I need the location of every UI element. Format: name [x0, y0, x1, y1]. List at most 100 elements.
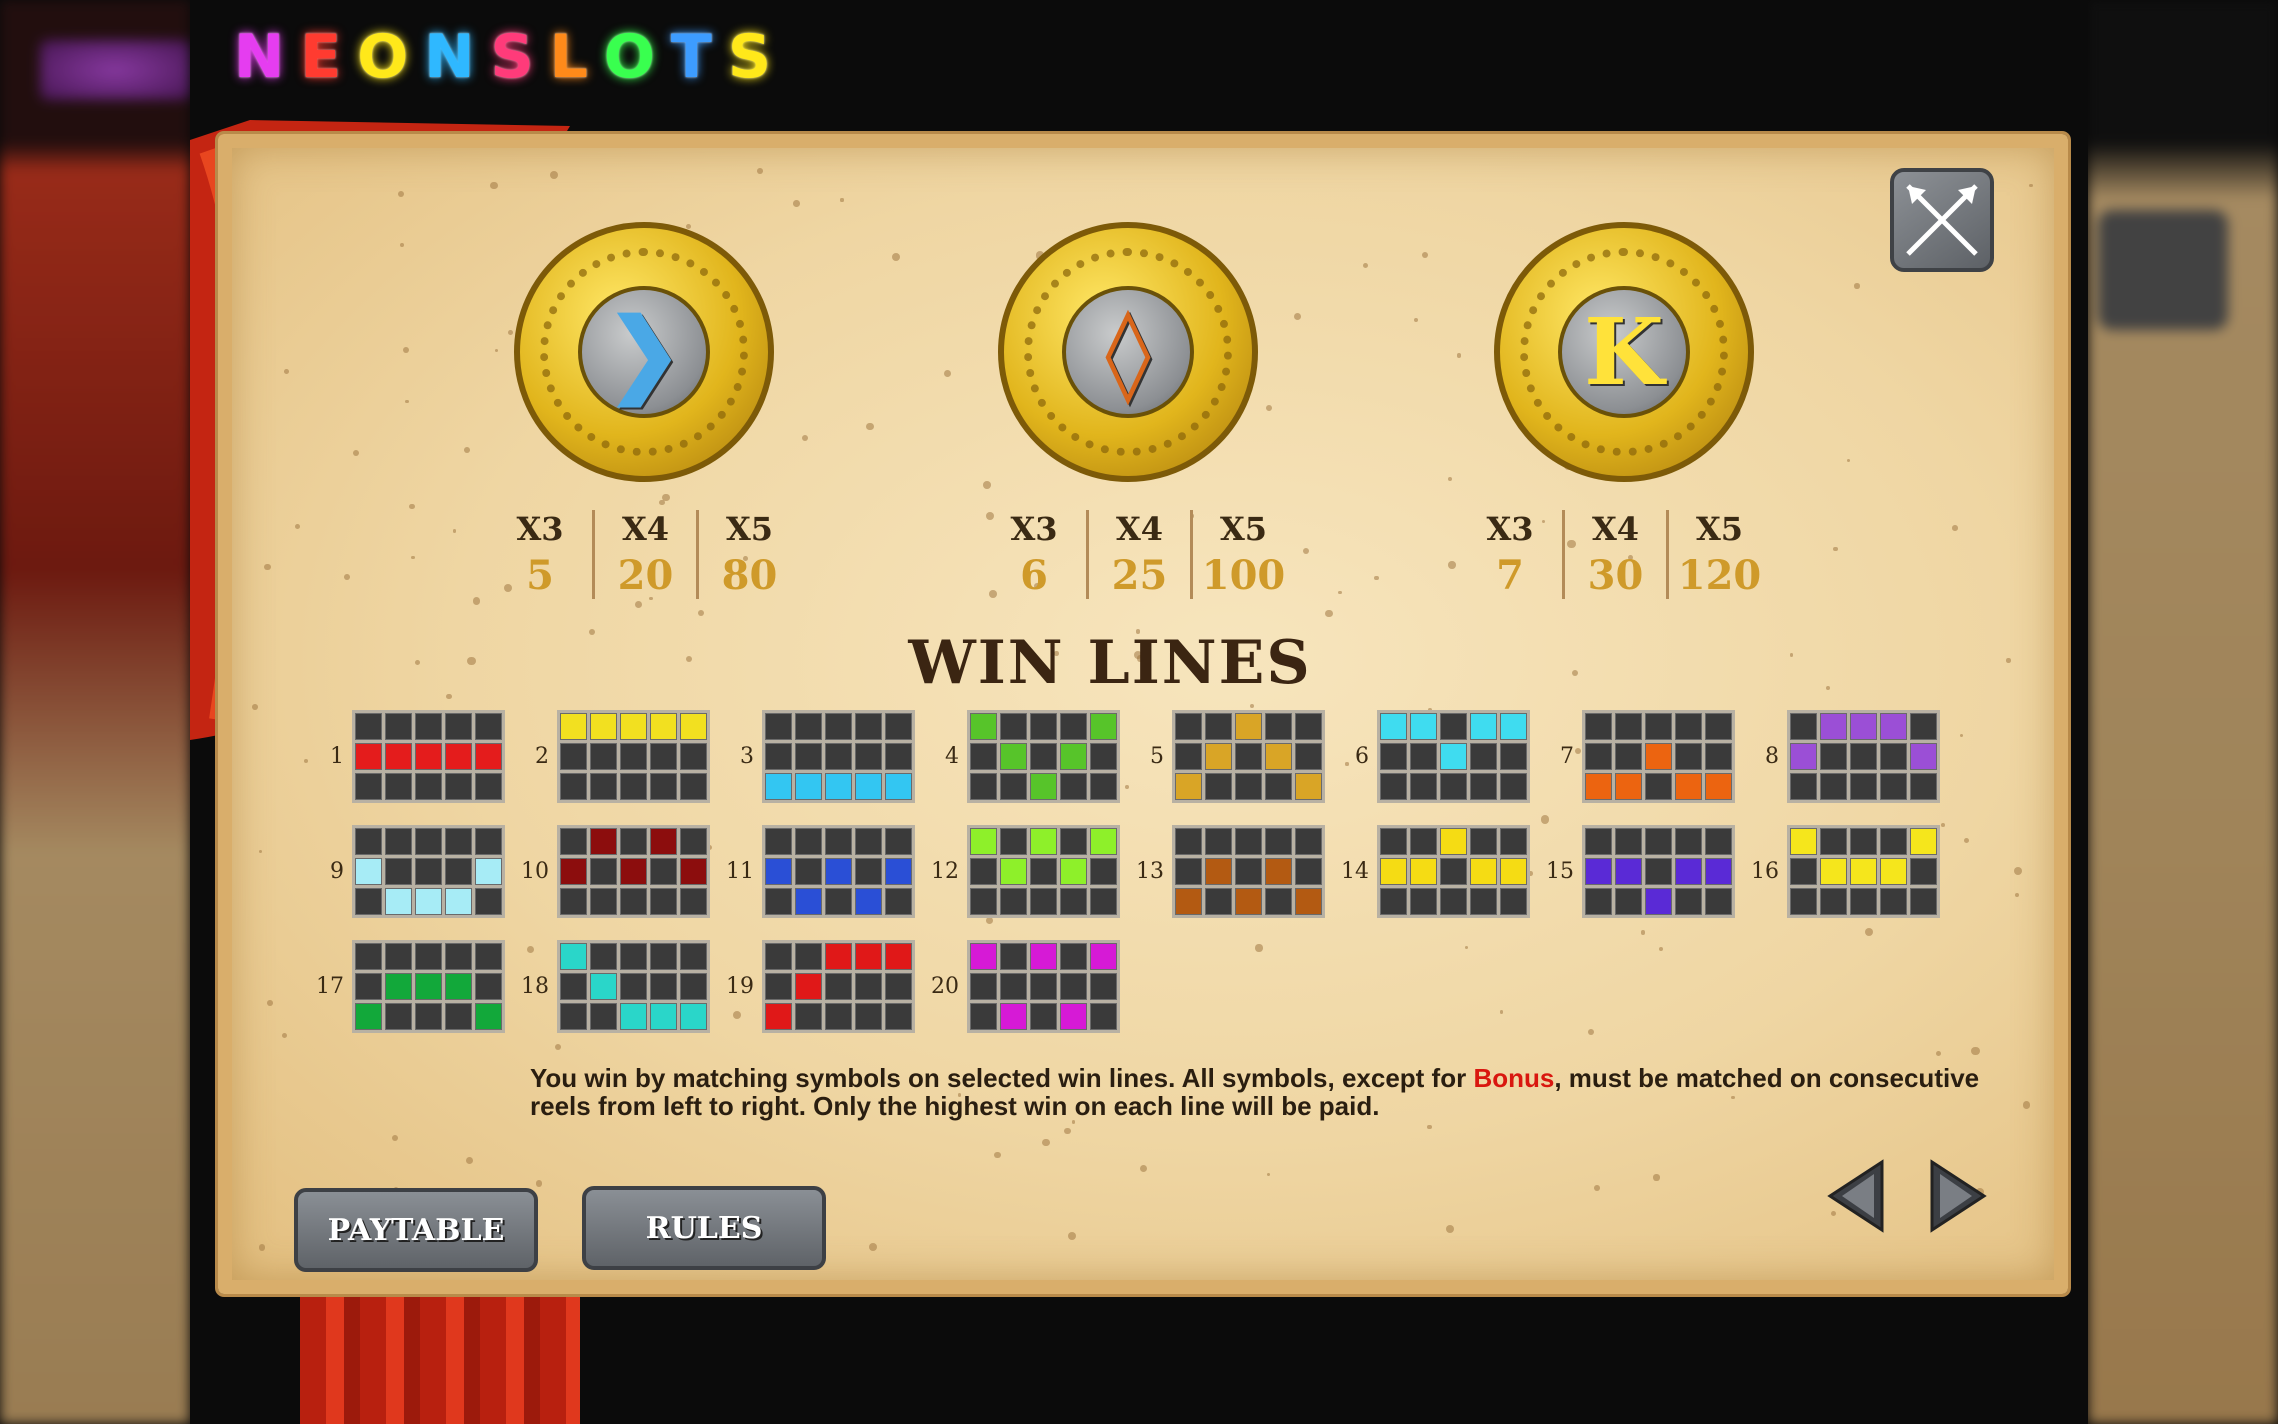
win-line-5: 5: [1136, 710, 1325, 803]
win-line-number: 8: [1765, 744, 1779, 769]
pattern-cell: [1175, 828, 1202, 855]
pattern-cell: [680, 1003, 707, 1030]
pattern-cell: [885, 943, 912, 970]
pattern-cell: [680, 858, 707, 885]
parchment-speck: [1658, 946, 1664, 952]
payout-multiplier: X5: [1219, 510, 1268, 548]
pattern-cell: [590, 743, 617, 770]
pattern-cell: [825, 743, 852, 770]
payout-column: X5 80: [696, 510, 800, 599]
pattern-cell: [1820, 773, 1847, 800]
parchment-speck: [1499, 1010, 1503, 1014]
rules-button[interactable]: RULES: [582, 1186, 826, 1270]
parchment-speck: [411, 555, 415, 560]
payout-value: 5: [526, 552, 554, 599]
pattern-cell: [385, 1003, 412, 1030]
parchment-speck: [1640, 930, 1645, 935]
pattern-cell: [885, 858, 912, 885]
pattern-cell: [1380, 743, 1407, 770]
pattern-cell: [475, 713, 502, 740]
pattern-cell: [855, 828, 882, 855]
payout-value: 100: [1201, 552, 1286, 599]
parchment-speck: [452, 528, 457, 533]
pattern-cell: [1910, 713, 1937, 740]
pattern-cell: [560, 1003, 587, 1030]
pattern-cell: [970, 858, 997, 885]
pattern-cell: [1175, 743, 1202, 770]
pattern-cell: [1790, 713, 1817, 740]
parchment-speck: [490, 182, 498, 190]
win-line-1: 1: [316, 710, 505, 803]
pattern-cell: [1790, 743, 1817, 770]
pattern-cell: [1470, 713, 1497, 740]
close-button[interactable]: [1890, 168, 1994, 272]
pattern-cell: [970, 773, 997, 800]
logo-letter: S: [727, 22, 776, 92]
payout-value: 7: [1496, 552, 1524, 599]
pattern-cell: [885, 1003, 912, 1030]
pattern-cell: [795, 888, 822, 915]
parchment-speck: [1940, 823, 1945, 828]
parchment-speck: [985, 917, 993, 924]
win-line-pattern: [352, 710, 505, 803]
symbol-payouts: X3 7 X4 30 X5 120: [1458, 510, 1770, 599]
parchment-speck: [466, 1156, 474, 1164]
pattern-cell: [1380, 858, 1407, 885]
pattern-cell: [620, 773, 647, 800]
parchment-speck: [866, 422, 874, 431]
pattern-cell: [1235, 888, 1262, 915]
win-line-number: 16: [1751, 859, 1779, 884]
win-line-pattern: [1377, 825, 1530, 918]
pattern-cell: [1090, 973, 1117, 1000]
parchment-speck: [2029, 183, 2033, 187]
pattern-cell: [415, 773, 442, 800]
pattern-cell: [1470, 773, 1497, 800]
payout-value: 80: [721, 552, 778, 599]
pattern-cell: [1000, 888, 1027, 915]
pattern-cell: [795, 973, 822, 1000]
prev-page-button[interactable]: [1824, 1156, 1888, 1236]
logo-letter: E: [300, 22, 346, 92]
pattern-cell: [1470, 888, 1497, 915]
pattern-cell: [1000, 773, 1027, 800]
parchment-speck: [1825, 685, 1831, 691]
symbol-payouts: X3 6 X4 25 X5 100: [982, 510, 1294, 599]
paytable-button[interactable]: PAYTABLE: [294, 1188, 538, 1272]
pattern-cell: [1410, 743, 1437, 770]
pattern-cell: [765, 973, 792, 1000]
parchment-speck: [258, 1244, 266, 1251]
pattern-cell: [355, 973, 382, 1000]
parchment-speck: [1265, 404, 1273, 412]
pattern-cell: [1675, 888, 1702, 915]
pattern-cell: [1235, 828, 1262, 855]
win-line-number: 3: [740, 744, 754, 769]
parchment-speck: [944, 370, 952, 378]
background-left-blur: [0, 0, 190, 1424]
next-page-button[interactable]: [1926, 1156, 1990, 1236]
pattern-cell: [445, 1003, 472, 1030]
pattern-cell: [590, 858, 617, 885]
parchment-speck: [869, 1243, 878, 1251]
pattern-cell: [590, 713, 617, 740]
win-line-number: 17: [316, 974, 344, 999]
pattern-cell: [1705, 828, 1732, 855]
pattern-cell: [1060, 888, 1087, 915]
payout-value: 20: [617, 552, 674, 599]
pattern-cell: [650, 743, 677, 770]
parchment-speck: [1325, 609, 1333, 618]
pattern-cell: [1910, 773, 1937, 800]
pattern-cell: [475, 743, 502, 770]
parchment-speck: [399, 243, 404, 248]
parchment-speck: [1465, 945, 1469, 949]
arrow-right-icon: [1930, 1159, 1987, 1233]
pattern-cell: [385, 973, 412, 1000]
payout-column: X3 7: [1458, 510, 1562, 599]
pattern-cell: [355, 773, 382, 800]
parchment-speck: [414, 660, 421, 666]
pattern-cell: [650, 828, 677, 855]
parchment-speck: [1445, 1224, 1454, 1234]
parchment-speck: [1249, 703, 1254, 709]
parchment-speck: [634, 600, 643, 609]
pattern-cell: [560, 943, 587, 970]
win-line-17: 17: [316, 940, 505, 1033]
